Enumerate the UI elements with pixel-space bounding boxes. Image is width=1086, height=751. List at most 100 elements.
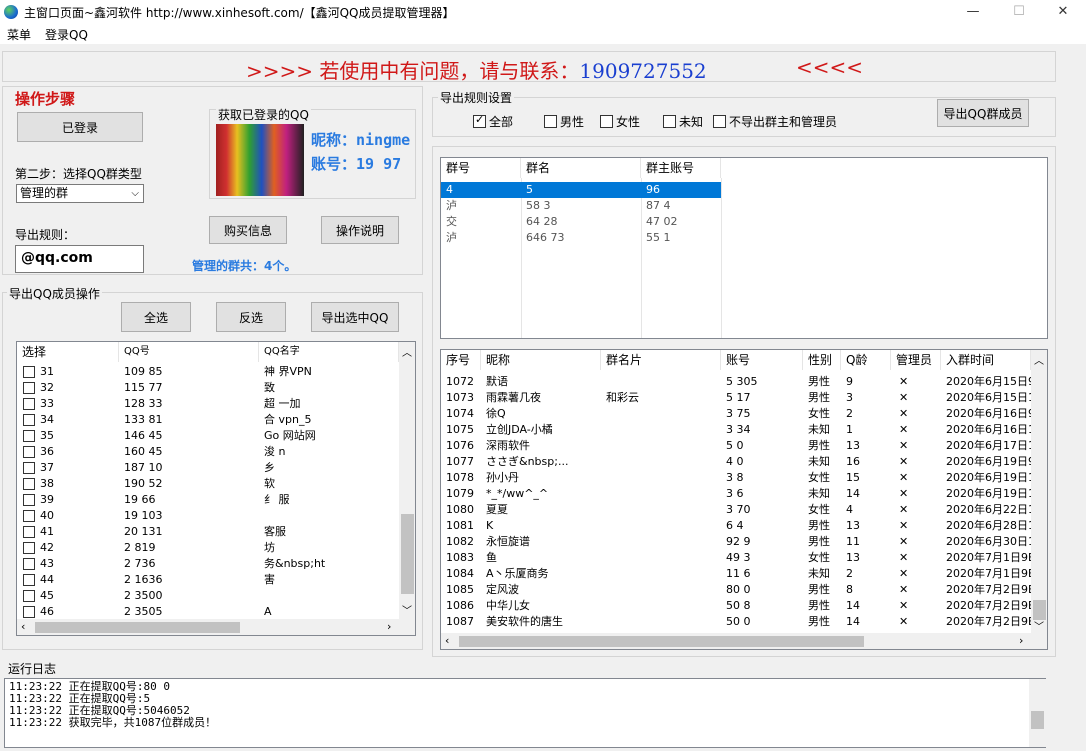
invert-select-button[interactable]: 反选 xyxy=(216,302,286,332)
hscroll-thumb[interactable] xyxy=(459,636,864,647)
group-type-select[interactable]: 管理的群 ⌵ xyxy=(16,184,144,203)
close-button[interactable]: ✕ xyxy=(1040,0,1086,24)
table-row[interactable]: 1085 定风波 80 0 男性 8 ✕ 2020年7月2日9E xyxy=(441,582,1031,598)
col-qage[interactable]: Q龄 xyxy=(841,350,891,370)
scroll-thumb[interactable] xyxy=(1031,711,1044,729)
list-item[interactable]: 43 2 736 务&nbsp;ht xyxy=(17,556,399,572)
row-checkbox[interactable] xyxy=(23,414,35,426)
list-item[interactable]: 33 128 33 超 一加 xyxy=(17,396,399,412)
option-checkbox[interactable]: ✓ xyxy=(473,113,486,128)
list-item[interactable]: 34 133 81 合 vpn_5 xyxy=(17,412,399,428)
row-checkbox[interactable] xyxy=(23,510,35,522)
log-output[interactable]: 11:23:22 正在提取QQ号:80 0 11:23:22 正在提取QQ号:5 1… xyxy=(4,678,1046,748)
table-row[interactable]: 1087 美安软件的唐生 50 0 男性 14 ✕ 2020年7月2日9E xyxy=(441,614,1031,630)
members-hscroll[interactable]: ‹ › xyxy=(441,633,1047,649)
scroll-up-icon[interactable]: ︿ xyxy=(1034,352,1044,367)
table-row[interactable]: 1075 立创JDA-小橘 3 34 未知 1 ✕ 2020年6月16日1 xyxy=(441,422,1031,438)
table-row[interactable]: 1080 夏夏 3 70 女性 4 ✕ 2020年6月22日1 xyxy=(441,502,1031,518)
list-item[interactable]: 37 187 10 乡 xyxy=(17,460,399,476)
row-checkbox[interactable] xyxy=(23,542,35,554)
row-checkbox[interactable] xyxy=(23,494,35,506)
menu-item-menu[interactable]: 菜单 xyxy=(7,26,31,43)
row-checkbox[interactable] xyxy=(23,478,35,490)
row-checkbox[interactable] xyxy=(23,526,35,538)
list-item[interactable]: 42 2 819 坊 xyxy=(17,540,399,556)
scroll-down-icon[interactable]: ﹀ xyxy=(402,602,412,617)
scroll-up-icon[interactable]: ︿ xyxy=(402,344,412,359)
table-row[interactable]: 1072 默语 5 305 男性 9 ✕ 2020年6月15日9 xyxy=(441,374,1031,390)
list-item[interactable]: 45 2 3500 xyxy=(17,588,399,604)
list-item[interactable]: 44 2 1636 害 xyxy=(17,572,399,588)
row-checkbox[interactable] xyxy=(23,398,35,410)
members-table[interactable]: 序号 昵称 群名片 账号 性别 Q龄 管理员 入群时间 1072 默语 5 305 男性 9 ✕ 2020… xyxy=(440,349,1048,650)
export-rule-input[interactable]: @qq.com xyxy=(15,245,144,273)
scroll-right-icon[interactable]: › xyxy=(387,620,391,633)
export-option[interactable]: 不导出群主和管理员 xyxy=(713,113,837,130)
row-checkbox[interactable] xyxy=(23,366,35,378)
list-item[interactable]: 35 146 45 Go 网站网 xyxy=(17,428,399,444)
export-option[interactable]: 女性 xyxy=(600,113,640,130)
col-admin[interactable]: 管理员 xyxy=(891,350,941,370)
col-gender[interactable]: 性别 xyxy=(803,350,841,370)
table-row[interactable]: 交 64 28 47 02 xyxy=(441,214,721,230)
maximize-button[interactable]: ☐ xyxy=(996,0,1042,24)
member-list-vscroll[interactable]: ︿ ﹀ xyxy=(399,342,415,619)
option-checkbox[interactable] xyxy=(663,115,676,128)
member-list[interactable]: 选择 QQ号 QQ名字 31 109 85 神 界VPN 32 115 77 致 33 128… xyxy=(16,341,416,636)
help-button[interactable]: 操作说明 xyxy=(321,216,399,244)
row-checkbox[interactable] xyxy=(23,606,35,618)
table-row[interactable]: 1079 *_*/ww^_^ 3 6 未知 14 ✕ 2020年6月19日1 xyxy=(441,486,1031,502)
export-option[interactable]: ✓ 全部 xyxy=(473,113,513,130)
col-nickname[interactable]: 昵称 xyxy=(481,350,601,370)
option-checkbox[interactable] xyxy=(600,115,613,128)
col-account[interactable]: 账号 xyxy=(721,350,803,370)
table-row[interactable]: 1081 K 6 4 男性 13 ✕ 2020年6月28日1 xyxy=(441,518,1031,534)
table-row[interactable]: 1076 深雨软件 5 0 男性 13 ✕ 2020年6月17日1 xyxy=(441,438,1031,454)
col-group-name[interactable]: 群名 xyxy=(521,158,641,178)
export-option[interactable]: 未知 xyxy=(663,113,703,130)
groups-table[interactable]: 群号 群名 群主账号 4 5 96 泸 58 3 87 4交 64 28 47 02 泸… xyxy=(440,157,1048,339)
hscroll-thumb[interactable] xyxy=(35,622,240,633)
scroll-left-icon[interactable]: ‹ xyxy=(445,634,449,647)
col-card[interactable]: 群名片 xyxy=(601,350,721,370)
list-item[interactable]: 36 160 45 浚 n xyxy=(17,444,399,460)
members-vscroll[interactable]: ︿ ﹀ xyxy=(1031,350,1047,633)
table-row[interactable]: 4 5 96 xyxy=(441,182,721,198)
col-group-owner[interactable]: 群主账号 xyxy=(641,158,721,178)
table-row[interactable]: 1078 孙小丹 3 8 女性 15 ✕ 2020年6月19日1 xyxy=(441,470,1031,486)
table-row[interactable]: 1086 中华儿女 50 8 男性 14 ✕ 2020年7月2日9E xyxy=(441,598,1031,614)
list-item[interactable]: 32 115 77 致 xyxy=(17,380,399,396)
table-row[interactable]: 1077 ささぎ&nbsp;... 4 0 未知 16 ✕ 2020年6月19日9 xyxy=(441,454,1031,470)
scroll-right-icon[interactable]: › xyxy=(1019,634,1023,647)
export-option[interactable]: 男性 xyxy=(544,113,584,130)
list-item[interactable]: 46 2 3505 A xyxy=(17,604,399,620)
scroll-thumb[interactable] xyxy=(1033,600,1046,620)
option-checkbox[interactable] xyxy=(544,115,557,128)
col-select[interactable]: 选择 xyxy=(17,342,119,362)
table-row[interactable]: 1074 徐Q 3 75 女性 2 ✕ 2020年6月16日9 xyxy=(441,406,1031,422)
list-item[interactable]: 41 20 131 客服 xyxy=(17,524,399,540)
table-row[interactable]: 1082 永恒旋谱 92 9 男性 11 ✕ 2020年6月30日1 xyxy=(441,534,1031,550)
table-row[interactable]: 1073 雨霖薯几夜 和彩云 5 17 男性 3 ✕ 2020年6月15日1 xyxy=(441,390,1031,406)
col-qq-name[interactable]: QQ名字 xyxy=(259,342,399,362)
list-item[interactable]: 40 19 103 xyxy=(17,508,399,524)
table-row[interactable]: 泸 58 3 87 4 xyxy=(441,198,721,214)
row-checkbox[interactable] xyxy=(23,446,35,458)
scroll-left-icon[interactable]: ‹ xyxy=(21,620,25,633)
list-item[interactable]: 31 109 85 神 界VPN xyxy=(17,364,399,380)
row-checkbox[interactable] xyxy=(23,462,35,474)
minimize-button[interactable]: — xyxy=(950,0,996,24)
member-list-hscroll[interactable]: ‹ › xyxy=(17,619,415,635)
row-checkbox[interactable] xyxy=(23,382,35,394)
list-item[interactable]: 39 19 66 纟 服 xyxy=(17,492,399,508)
scroll-down-icon[interactable]: ﹀ xyxy=(1034,618,1044,633)
table-row[interactable]: 1084 A丶乐厦商务 11 6 未知 2 ✕ 2020年7月1日9E xyxy=(441,566,1031,582)
row-checkbox[interactable] xyxy=(23,590,35,602)
row-checkbox[interactable] xyxy=(23,574,35,586)
option-checkbox[interactable] xyxy=(713,115,726,128)
col-seq[interactable]: 序号 xyxy=(441,350,481,370)
table-row[interactable]: 1083 鱼 49 3 女性 13 ✕ 2020年7月1日9E xyxy=(441,550,1031,566)
logged-in-button[interactable]: 已登录 xyxy=(17,112,143,142)
select-all-button[interactable]: 全选 xyxy=(121,302,191,332)
row-checkbox[interactable] xyxy=(23,430,35,442)
